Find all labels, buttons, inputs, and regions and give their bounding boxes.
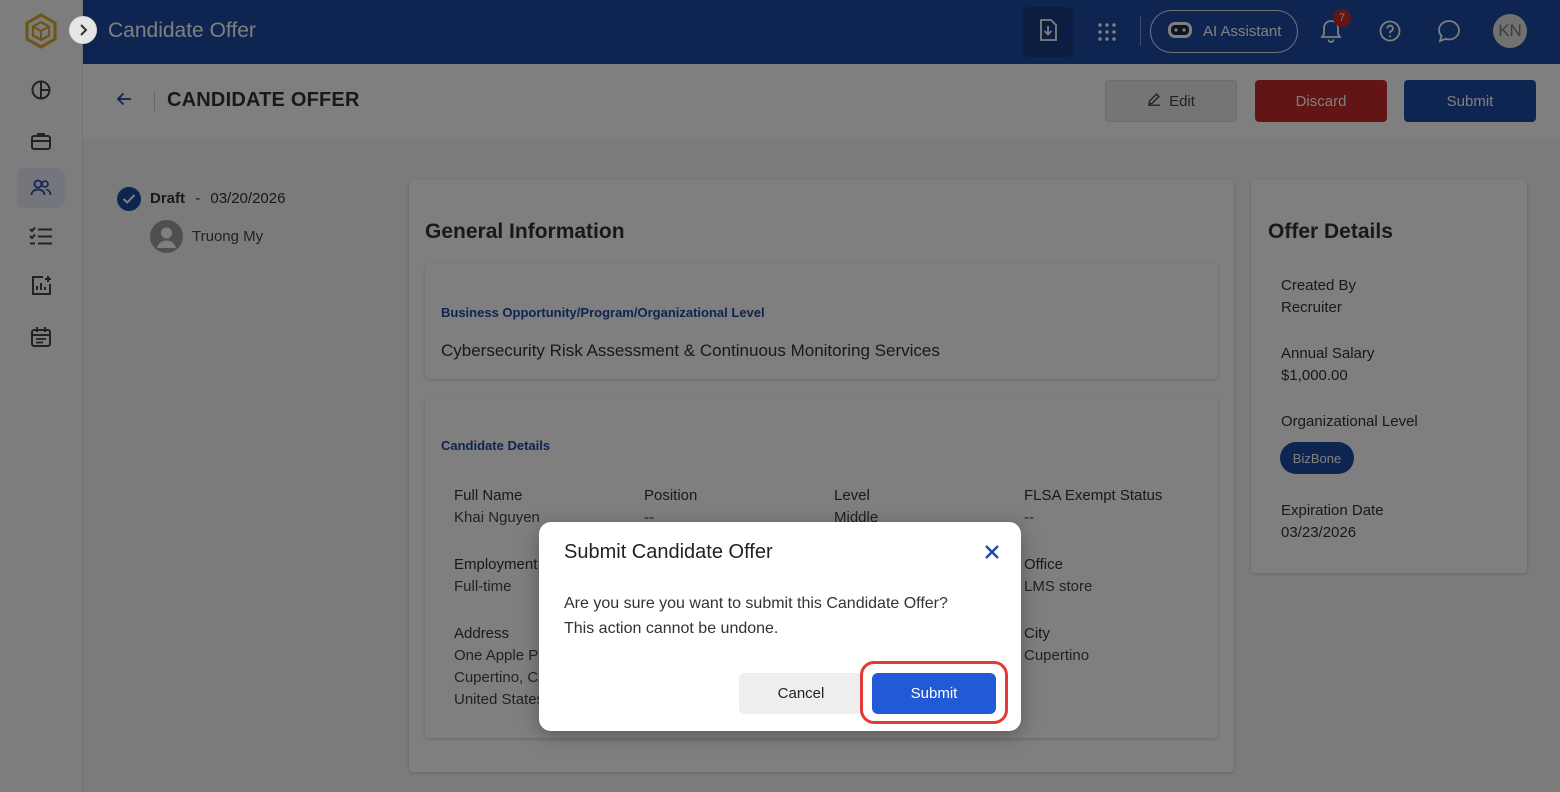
dialog-cancel-button[interactable]: Cancel bbox=[739, 673, 863, 714]
submit-highlight-ring bbox=[860, 661, 1008, 724]
dialog-title: Submit Candidate Offer bbox=[564, 541, 773, 563]
dialog-message-line: This action cannot be undone. bbox=[564, 620, 779, 637]
dialog-message: Are you sure you want to submit this Can… bbox=[564, 591, 984, 641]
dialog-message-line: Are you sure you want to submit this Can… bbox=[564, 595, 948, 612]
expand-sidebar-button[interactable] bbox=[69, 16, 97, 44]
close-icon[interactable] bbox=[982, 542, 1002, 562]
chevron-right-icon bbox=[78, 24, 88, 36]
